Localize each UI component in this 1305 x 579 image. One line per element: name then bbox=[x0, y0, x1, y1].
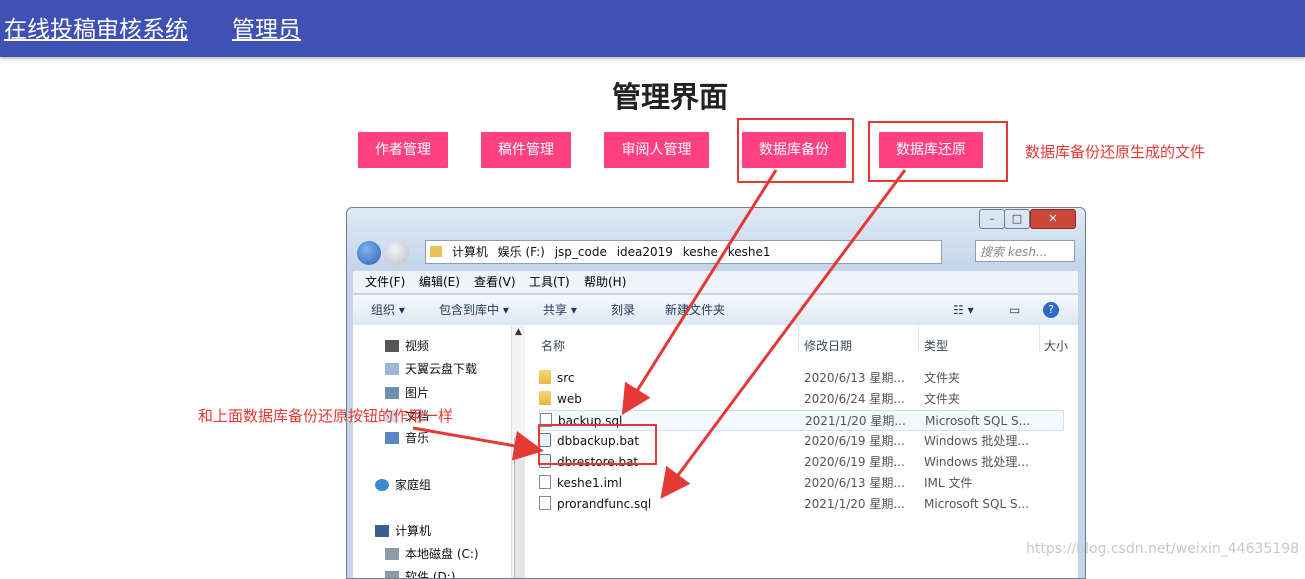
nav-item-homegroup[interactable]: 家庭组 bbox=[375, 476, 431, 493]
back-arrow-icon[interactable] bbox=[357, 241, 381, 265]
new-folder-button[interactable]: 新建文件夹 bbox=[665, 295, 725, 325]
file-row[interactable]: keshe1.iml 2020/6/13 星期... IML 文件 bbox=[539, 473, 1064, 494]
system-title-link[interactable]: 在线投稿审核系统 bbox=[4, 10, 188, 44]
organize-button[interactable]: 组织 ▾ bbox=[371, 295, 405, 325]
top-navbar: 在线投稿审核系统 管理员 bbox=[0, 0, 1305, 57]
nav-item-tianyi-download[interactable]: 天翼云盘下载 bbox=[385, 360, 477, 377]
folder-icon bbox=[539, 391, 551, 405]
menu-edit[interactable]: 编辑(E) bbox=[419, 271, 460, 293]
column-header-date[interactable]: 修改日期 bbox=[804, 337, 852, 354]
command-bar: 组织 ▾ 包含到库中 ▾ 共享 ▾ 刻录 新建文件夹 ☷ ▾ ▭ ? bbox=[353, 294, 1078, 325]
file-row[interactable]: src 2020/6/13 星期... 文件夹 bbox=[539, 368, 1064, 389]
menu-bar: 文件(F) 编辑(E) 查看(V) 工具(T) 帮助(H) bbox=[353, 271, 1078, 293]
column-header-size[interactable]: 大小 bbox=[1044, 337, 1068, 354]
sql-file-icon bbox=[539, 496, 551, 510]
bat-files-highlight-box bbox=[538, 424, 657, 465]
manuscript-manage-button[interactable]: 稿件管理 bbox=[481, 132, 571, 168]
column-header-type[interactable]: 类型 bbox=[924, 337, 948, 354]
computer-icon bbox=[375, 525, 389, 537]
menu-tools[interactable]: 工具(T) bbox=[529, 271, 570, 293]
nav-item-videos[interactable]: 视频 bbox=[385, 337, 429, 354]
menu-help[interactable]: 帮助(H) bbox=[584, 271, 626, 293]
nav-item-pictures[interactable]: 图片 bbox=[385, 384, 429, 401]
breadcrumb-keshe[interactable]: keshe bbox=[683, 245, 718, 259]
breadcrumb-keshe1[interactable]: keshe1 bbox=[728, 245, 771, 259]
music-icon bbox=[385, 432, 399, 444]
navigation-pane: 视频 天翼云盘下载 图片 文档 音乐 家庭组 计算机 本地磁盘 (C:) 软件 … bbox=[353, 325, 528, 578]
picture-icon bbox=[385, 387, 399, 399]
drive-icon bbox=[385, 548, 399, 560]
nav-item-computer[interactable]: 计算机 bbox=[375, 522, 431, 539]
breadcrumb-drive[interactable]: 娱乐 (F:) bbox=[498, 245, 545, 259]
restore-highlight-box bbox=[868, 121, 1008, 182]
menu-file[interactable]: 文件(F) bbox=[365, 271, 405, 293]
menu-view[interactable]: 查看(V) bbox=[474, 271, 516, 293]
preview-pane-icon[interactable]: ▭ bbox=[1009, 295, 1020, 325]
file-explorer-window: – □ ✕ 计算机 娱乐 (F:) jsp_code idea2019 kesh… bbox=[346, 207, 1086, 579]
help-icon[interactable]: ? bbox=[1043, 302, 1059, 318]
annotation-generated-files: 数据库备份还原生成的文件 bbox=[1025, 143, 1206, 161]
maximize-button[interactable]: □ bbox=[1004, 209, 1030, 229]
file-row[interactable]: web 2020/6/24 星期... 文件夹 bbox=[539, 389, 1064, 410]
annotation-same-function: 和上面数据库备份还原按钮的作用一样 bbox=[198, 407, 454, 425]
column-header-name[interactable]: 名称 bbox=[541, 337, 565, 354]
scroll-up-arrow-icon[interactable]: ▲ bbox=[515, 327, 522, 337]
page-title: 管理界面 bbox=[611, 80, 728, 114]
reviewer-manage-button[interactable]: 审阅人管理 bbox=[604, 132, 709, 168]
file-row[interactable]: prorandfunc.sql 2021/1/20 星期... Microsof… bbox=[539, 494, 1064, 515]
folder-icon bbox=[539, 370, 551, 384]
breadcrumb-jsp-code[interactable]: jsp_code bbox=[555, 245, 607, 259]
homegroup-icon bbox=[375, 479, 389, 491]
admin-role-link[interactable]: 管理员 bbox=[232, 10, 301, 44]
forward-arrow-icon[interactable] bbox=[385, 241, 409, 265]
nav-item-drive-c[interactable]: 本地磁盘 (C:) bbox=[385, 545, 479, 562]
breadcrumb-computer[interactable]: 计算机 bbox=[452, 245, 488, 259]
view-options-icon[interactable]: ☷ ▾ bbox=[953, 295, 974, 325]
author-manage-button[interactable]: 作者管理 bbox=[358, 132, 448, 168]
drive-icon bbox=[385, 571, 399, 578]
backup-highlight-box bbox=[737, 118, 854, 183]
share-button[interactable]: 共享 ▾ bbox=[543, 295, 577, 325]
include-in-library-button[interactable]: 包含到库中 ▾ bbox=[439, 295, 509, 325]
video-icon bbox=[385, 340, 399, 352]
breadcrumb-idea2019[interactable]: idea2019 bbox=[617, 245, 673, 259]
search-input[interactable]: 搜索 kesh... bbox=[975, 240, 1075, 262]
download-folder-icon bbox=[385, 363, 399, 375]
watermark: https://blog.csdn.net/weixin_44635198 bbox=[1026, 541, 1300, 557]
burn-button[interactable]: 刻录 bbox=[611, 295, 635, 325]
address-bar[interactable]: 计算机 娱乐 (F:) jsp_code idea2019 keshe kesh… bbox=[425, 240, 942, 264]
minimize-button[interactable]: – bbox=[979, 209, 1005, 229]
close-button[interactable]: ✕ bbox=[1030, 209, 1076, 229]
nav-item-music[interactable]: 音乐 bbox=[385, 429, 429, 446]
file-icon bbox=[539, 475, 551, 489]
nav-item-drive-d[interactable]: 软件 (D:) bbox=[385, 568, 455, 578]
folder-icon bbox=[430, 246, 442, 257]
